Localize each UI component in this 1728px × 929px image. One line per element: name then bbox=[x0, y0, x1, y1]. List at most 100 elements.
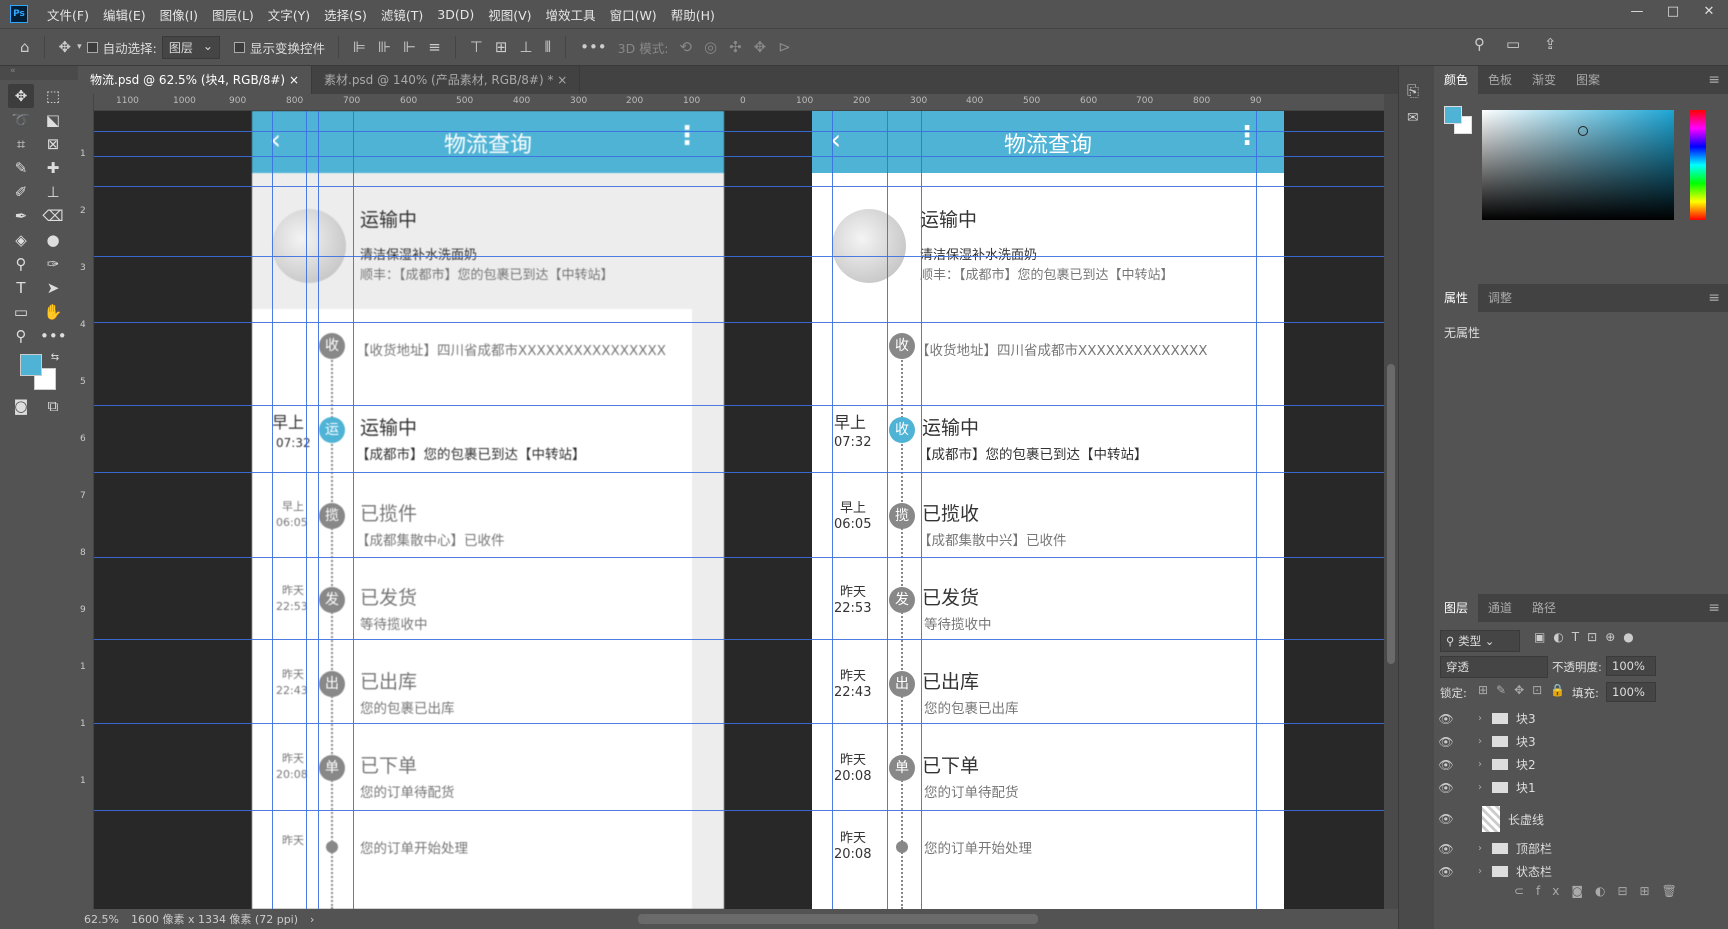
document-info[interactable]: 1600 像素 x 1334 像素 (72 ppi) bbox=[131, 911, 298, 927]
status-arrow-icon[interactable]: › bbox=[310, 913, 314, 926]
crop-tool-icon[interactable]: ⌗ bbox=[8, 132, 34, 156]
tab-layers[interactable]: 图层 bbox=[1434, 594, 1479, 622]
guide-line[interactable] bbox=[921, 111, 922, 909]
paint-bucket-icon[interactable]: ◈ bbox=[8, 228, 34, 252]
guide-line[interactable] bbox=[94, 557, 1384, 558]
guide-line[interactable] bbox=[94, 186, 1384, 187]
guide-line[interactable] bbox=[94, 639, 1384, 640]
guide-line[interactable] bbox=[94, 131, 1384, 132]
close-tab-icon[interactable]: × bbox=[289, 73, 299, 87]
horizontal-ruler[interactable]: 1100 1000 900 800 700 600 500 400 300 20… bbox=[94, 94, 1384, 111]
menu-image[interactable]: 图像(I) bbox=[153, 5, 205, 24]
show-transform-option[interactable]: 显示变换控件 bbox=[233, 38, 325, 57]
history-panel-icon[interactable]: ⎘ bbox=[1407, 82, 1419, 100]
align-left-icon[interactable]: ⊫ bbox=[353, 38, 366, 56]
menu-window[interactable]: 窗口(W) bbox=[603, 5, 664, 24]
tab-assets-psd[interactable]: 素材.psd @ 140% (产品素材, RGB/8#) * × bbox=[312, 66, 581, 94]
zoom-tool-icon[interactable]: ⚲ bbox=[8, 324, 34, 348]
tab-gradients[interactable]: 渐变 bbox=[1522, 66, 1566, 94]
workspace-icon[interactable]: ▭ bbox=[1506, 35, 1520, 53]
visibility-eye-icon[interactable]: 👁 bbox=[1434, 758, 1458, 772]
tab-paths[interactable]: 路径 bbox=[1522, 594, 1566, 622]
guide-line[interactable] bbox=[887, 111, 888, 909]
guide-line[interactable] bbox=[94, 256, 1384, 257]
fill-input[interactable]: 100% bbox=[1606, 682, 1656, 702]
blur-tool-icon[interactable]: ● bbox=[40, 228, 66, 252]
tab-color[interactable]: 颜色 bbox=[1434, 66, 1479, 94]
menu-select[interactable]: 选择(S) bbox=[317, 5, 374, 24]
panel-menu-icon[interactable]: ≡ bbox=[1708, 600, 1720, 616]
chevron-down-icon[interactable]: ▾ bbox=[77, 42, 82, 52]
minimize-button[interactable]: — bbox=[1620, 0, 1654, 24]
auto-select-dropdown[interactable]: 图层 ⌄ bbox=[161, 35, 220, 59]
layer-filter-icons[interactable]: ▣◐T⊡⊕● bbox=[1534, 630, 1642, 644]
align-top-icon[interactable]: ⊤ bbox=[470, 38, 483, 56]
panel-menu-icon[interactable]: ≡ bbox=[1708, 72, 1720, 88]
toolbox-collapse-icon[interactable]: « bbox=[0, 66, 78, 80]
distribute-v-icon[interactable]: ⦀ bbox=[545, 38, 552, 56]
expand-icon[interactable]: › bbox=[1472, 843, 1488, 854]
slide-3d-icon[interactable]: ✥ bbox=[754, 38, 767, 56]
tab-swatches[interactable]: 色板 bbox=[1478, 66, 1522, 94]
close-tab-icon[interactable]: × bbox=[557, 73, 567, 87]
document-canvas[interactable]: ‹ 物流查询 ⋮ 运输中 清洁保湿补水洗面奶 顺丰：【成都市】您的包裹已到达【中… bbox=[94, 111, 1384, 909]
align-vcenter-icon[interactable]: ⊞ bbox=[495, 38, 508, 56]
orbit-3d-icon[interactable]: ⟲ bbox=[679, 38, 692, 56]
frame-tool-icon[interactable]: ⊠ bbox=[40, 132, 66, 156]
healing-tool-icon[interactable]: ✚ bbox=[40, 156, 66, 180]
menu-filter[interactable]: 滤镜(T) bbox=[374, 5, 430, 24]
guide-line[interactable] bbox=[1256, 111, 1257, 909]
pan-3d-icon[interactable]: ✣ bbox=[729, 38, 742, 56]
menu-layer[interactable]: 图层(L) bbox=[205, 5, 261, 24]
visibility-eye-icon[interactable]: 👁 bbox=[1434, 865, 1458, 879]
tab-channels[interactable]: 通道 bbox=[1478, 594, 1522, 622]
menu-help[interactable]: 帮助(H) bbox=[664, 5, 722, 24]
move-tool-icon[interactable]: ✥ bbox=[8, 84, 34, 108]
visibility-eye-icon[interactable]: 👁 bbox=[1434, 812, 1458, 826]
expand-icon[interactable]: › bbox=[1472, 759, 1488, 770]
more-options-icon[interactable]: ••• bbox=[580, 38, 607, 56]
visibility-eye-icon[interactable]: 👁 bbox=[1434, 842, 1458, 856]
hand-tool-icon[interactable]: ✋ bbox=[40, 300, 66, 324]
guide-line[interactable] bbox=[306, 111, 307, 909]
layer-actions-bar[interactable]: ⊂fx◙◐⊟⊞🗑 bbox=[1514, 884, 1689, 898]
maximize-button[interactable]: □ bbox=[1656, 0, 1690, 24]
guide-line[interactable] bbox=[94, 322, 1384, 323]
object-select-tool-icon[interactable]: ⬕ bbox=[40, 108, 66, 132]
color-picker-field[interactable] bbox=[1482, 110, 1674, 220]
guide-line[interactable] bbox=[94, 723, 1384, 724]
expand-icon[interactable]: › bbox=[1472, 866, 1488, 877]
menu-edit[interactable]: 编辑(E) bbox=[96, 5, 153, 24]
rectangle-tool-icon[interactable]: ▭ bbox=[8, 300, 34, 324]
menu-3d[interactable]: 3D(D) bbox=[430, 7, 481, 22]
foreground-color-swatch[interactable] bbox=[20, 354, 42, 376]
guide-line[interactable] bbox=[94, 405, 1384, 406]
vertical-ruler[interactable]: 1 2 3 4 5 6 7 8 9 1 1 1 bbox=[78, 94, 94, 909]
guide-line[interactable] bbox=[272, 111, 273, 909]
expand-icon[interactable]: › bbox=[1472, 713, 1488, 724]
move-tool-icon[interactable]: ✥ bbox=[59, 38, 72, 56]
roll-3d-icon[interactable]: ◎ bbox=[704, 38, 717, 56]
lasso-tool-icon[interactable]: ➰ bbox=[8, 108, 34, 132]
pen-tool-icon[interactable]: ✑ bbox=[40, 252, 66, 276]
guide-line[interactable] bbox=[318, 111, 319, 909]
panel-menu-icon[interactable]: ≡ bbox=[1708, 290, 1720, 306]
share-icon[interactable]: ⇪ bbox=[1544, 35, 1557, 53]
lock-icons[interactable]: ⊞✎✥⊡🔒 bbox=[1478, 683, 1573, 697]
blend-mode-dropdown[interactable]: 穿透 bbox=[1440, 656, 1548, 678]
layer-row[interactable]: 👁 › 状态栏 bbox=[1434, 859, 1728, 884]
layer-row[interactable]: 👁 › 块2 bbox=[1434, 752, 1728, 777]
distribute-icon[interactable]: ≡ bbox=[428, 38, 441, 56]
stamp-tool-icon[interactable]: ⊥ bbox=[40, 180, 66, 204]
layer-row[interactable]: 👁 › 块1 bbox=[1434, 775, 1728, 800]
layer-row[interactable]: 👁 › 顶部栏 bbox=[1434, 836, 1728, 861]
guide-line[interactable] bbox=[353, 111, 354, 909]
vertical-scrollbar[interactable] bbox=[1384, 94, 1398, 909]
layer-filter-dropdown[interactable]: ⚲ 类型 ⌄ bbox=[1440, 630, 1520, 652]
visibility-eye-icon[interactable]: 👁 bbox=[1434, 781, 1458, 795]
align-bottom-icon[interactable]: ⊥ bbox=[519, 38, 532, 56]
align-right-icon[interactable]: ⊩ bbox=[403, 38, 416, 56]
swap-colors-icon[interactable]: ⇆ bbox=[42, 346, 68, 370]
align-hcenter-icon[interactable]: ⊪ bbox=[378, 38, 391, 56]
guide-line[interactable] bbox=[94, 472, 1384, 473]
